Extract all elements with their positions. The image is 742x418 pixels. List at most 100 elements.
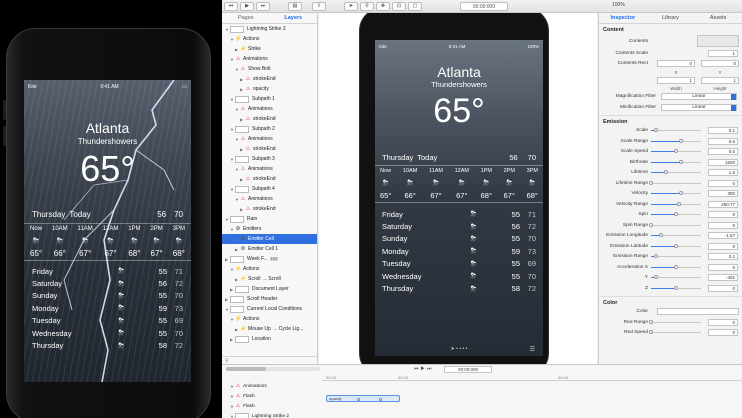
param-slider[interactable] <box>651 128 701 133</box>
slider-knob[interactable] <box>649 180 653 185</box>
layer-row[interactable]: ▼ ⚠ Show Bolt <box>222 64 317 74</box>
slider-knob[interactable] <box>679 191 683 196</box>
slider-knob[interactable] <box>649 222 653 227</box>
color-param-field[interactable]: 0 <box>708 318 738 326</box>
timeline-row[interactable]: ▼ ⚠ Animations <box>222 381 322 391</box>
daily-forecast[interactable]: Friday ⛈ 55 71 Saturday ⛈ 56 72 Sunday ⛈ 55 70 Monda… <box>375 203 543 295</box>
param-slider[interactable] <box>649 222 701 227</box>
slider-knob[interactable] <box>649 330 653 335</box>
keyframe-handle[interactable] <box>379 398 382 401</box>
contents-image-well[interactable] <box>697 35 739 47</box>
acceleration-field[interactable]: -401 <box>708 274 738 282</box>
timeline-row[interactable]: ▼ ⚠ Flash <box>222 401 322 411</box>
layer-row[interactable]: ▼ Lightning Strike 2 <box>222 24 317 34</box>
daily-forecast[interactable]: Friday ⛈ 55 71 Saturday ⛈ 56 72 Sunday ⛈ 55 70 Monda… <box>24 261 191 352</box>
pointer-tool-button[interactable]: ➤ <box>344 1 358 11</box>
tab-assets[interactable]: Assets <box>694 13 742 23</box>
tab-library[interactable]: Library <box>647 13 695 23</box>
layer-row[interactable]: ▶ ⚠ strokeEnd <box>222 204 317 214</box>
param-slider[interactable] <box>651 254 701 259</box>
param-field[interactable]: 0.6 <box>708 137 738 145</box>
fast-forward-button[interactable]: ⏭ <box>256 1 270 11</box>
contents-rect-height-field[interactable]: 1 <box>701 76 739 84</box>
crop-tool-button[interactable]: ⊡ <box>392 1 406 11</box>
page-indicator[interactable]: ➤ • • • • <box>375 346 543 352</box>
param-slider[interactable] <box>651 191 701 196</box>
slider-knob[interactable] <box>679 159 683 164</box>
param-slider[interactable] <box>651 212 701 217</box>
slider-knob[interactable] <box>674 149 678 154</box>
tab-layers[interactable]: Layers <box>270 13 318 23</box>
param-field[interactable]: -1.67 <box>708 232 738 240</box>
slider-knob[interactable] <box>664 170 668 175</box>
animation-clip[interactable]: opacity <box>326 395 400 402</box>
layer-row[interactable]: ▼ ⚡ Actions <box>222 264 317 274</box>
color-param-field[interactable]: 0 <box>708 329 738 337</box>
zoom-tool-button[interactable]: ⚲ <box>360 1 374 11</box>
layer-row[interactable]: ▼ Subpath 1 <box>222 94 317 104</box>
param-slider[interactable] <box>649 180 701 185</box>
param-slider[interactable] <box>651 243 701 248</box>
param-slider[interactable] <box>651 201 701 206</box>
shape-tool-button[interactable]: ▢ <box>408 1 422 11</box>
layer-row[interactable]: ▶ Document Layer <box>222 284 317 294</box>
layer-row[interactable]: ▶ ⚠ strokeEnd <box>222 144 317 154</box>
slider-knob[interactable] <box>674 243 678 248</box>
layer-row[interactable]: ▶ ⚡ Mouse Up → Cycle Lig... <box>222 324 317 334</box>
layer-row[interactable]: ▶ ⚠ strokeEnd <box>222 174 317 184</box>
tab-inspector[interactable]: Inspector <box>599 13 647 23</box>
layer-row[interactable]: ▼ ⚡ Actions <box>222 314 317 324</box>
layer-row[interactable]: ▶ ❂ Emitter Cell 1 <box>222 244 317 254</box>
slider-knob[interactable] <box>654 128 658 133</box>
contents-rect-x-field[interactable]: 0 <box>657 60 695 68</box>
param-field[interactable]: 0.1 <box>708 253 738 261</box>
slider-knob[interactable] <box>659 233 663 238</box>
layer-row[interactable]: ▶ Scroll Header <box>222 294 317 304</box>
contents-rect-width-field[interactable]: 1 <box>657 76 695 84</box>
acceleration-slider[interactable] <box>651 275 701 280</box>
minification-filter-select[interactable]: Linear <box>661 103 737 111</box>
slider-knob[interactable] <box>674 212 678 217</box>
layer-row[interactable]: ▶ ⚠ opacity <box>222 84 317 94</box>
contents-scale-field[interactable]: 1 <box>708 49 738 57</box>
acceleration-field[interactable]: 0 <box>708 263 738 271</box>
magnification-filter-select[interactable]: Linear <box>661 93 737 101</box>
layer-row[interactable]: ▶ Location <box>222 334 317 344</box>
layer-row[interactable]: ▼ Current Local Conditions <box>222 304 317 314</box>
layer-row[interactable]: ▼ Subpath 3 <box>222 154 317 164</box>
param-field[interactable]: 1500 <box>708 158 738 166</box>
param-slider[interactable] <box>651 159 701 164</box>
param-slider[interactable] <box>651 170 701 175</box>
param-field[interactable]: 0 <box>708 242 738 250</box>
tab-pages[interactable]: Pages <box>222 13 270 23</box>
timeline-row[interactable]: ▼ ⚠ Flash <box>222 391 322 401</box>
slider-knob[interactable] <box>679 138 683 143</box>
param-field[interactable]: 0.5 <box>708 148 738 156</box>
color-param-slider[interactable] <box>649 330 701 335</box>
play-button[interactable]: ▶ <box>240 1 254 11</box>
slider-knob[interactable] <box>674 264 678 269</box>
hourly-forecast[interactable]: Now ⛈ 65° 10AM ⛈ 66° 11AM ⛈ 67° 12AM ⛈ 67° 1PM ⛈ 68° 2P… <box>375 165 543 203</box>
layer-search[interactable]: ⚲ <box>222 356 317 364</box>
move-tool-button[interactable]: ✥ <box>376 1 390 11</box>
acceleration-slider[interactable] <box>651 264 701 269</box>
param-slider[interactable] <box>651 149 701 154</box>
layer-row[interactable]: ▶ ⚡ Scroll → Scroll <box>222 274 317 284</box>
acceleration-slider[interactable] <box>651 285 701 290</box>
param-field[interactable]: 250.77 <box>708 200 738 208</box>
param-field[interactable]: 0 <box>708 179 738 187</box>
color-swatch[interactable] <box>657 308 739 316</box>
layer-row[interactable]: ▼ ⚠ Animations <box>222 134 317 144</box>
layer-row[interactable]: ▼ Subpath 4 <box>222 184 317 194</box>
list-icon[interactable]: ☰ <box>530 346 535 353</box>
acceleration-field[interactable]: 0 <box>708 284 738 292</box>
layer-row[interactable]: ▶ Week F... TXT <box>222 254 317 264</box>
zoom-level[interactable]: 100% <box>612 2 625 8</box>
layer-row[interactable]: ▼ ⚠ Animations <box>222 164 317 174</box>
param-slider[interactable] <box>651 233 701 238</box>
rewind-button[interactable]: ⏮ <box>224 1 238 11</box>
slider-knob[interactable] <box>654 254 658 259</box>
slider-knob[interactable] <box>649 319 653 324</box>
layer-row[interactable]: ▼ ❂ Emitters <box>222 224 317 234</box>
timeline-row[interactable]: ▼ Lightning Strike 2 <box>222 411 322 418</box>
